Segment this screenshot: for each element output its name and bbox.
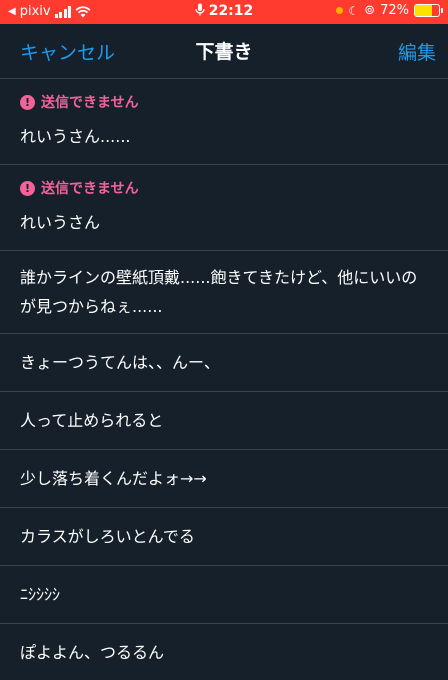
nav-bar: キャンセル 下書き 編集 — [0, 24, 448, 79]
draft-text: ﾆｼｼｼｼ — [20, 585, 61, 604]
draft-text: 人って止められると — [20, 411, 164, 430]
microphone-icon — [195, 3, 205, 16]
battery-fill — [415, 5, 433, 16]
draft-item-7[interactable]: カラスがしろいとんでる — [0, 508, 448, 566]
send-error-label: 送信できません — [41, 95, 139, 111]
drafts-list: ! 送信できません れいうさん...... ! 送信できません れいうさん 誰か… — [0, 79, 448, 680]
draft-item-9[interactable]: ぽよよん、つるるん — [0, 624, 448, 680]
moon-icon: ☾ — [348, 3, 360, 18]
send-error: ! 送信できません — [20, 92, 428, 112]
orange-dot-icon — [336, 7, 344, 14]
exclamation-icon: ! — [20, 94, 35, 110]
page-title: 下書き — [195, 41, 253, 63]
draft-item-3[interactable]: 誰かラインの壁紙頂戴......飽きてきたけど、他にいいのが見つからねぇ....… — [0, 251, 448, 334]
edit-button[interactable]: 編集 — [398, 38, 436, 65]
send-error: ! 送信できません — [20, 178, 428, 198]
draft-item-1[interactable]: ! 送信できません れいうさん...... — [0, 79, 448, 165]
draft-text: きょーつうてんは、、んー、 — [20, 353, 220, 372]
status-right: ☾ ⊚ 72% — [336, 3, 443, 18]
draft-text: 少し落ち着くんだよォ→→ — [20, 469, 207, 488]
battery-percent: 72% — [380, 3, 409, 18]
send-error-label: 送信できません — [41, 181, 139, 197]
draft-item-8[interactable]: ﾆｼｼｼｼ — [0, 566, 448, 624]
draft-item-5[interactable]: 人って止められると — [0, 392, 448, 450]
draft-item-4[interactable]: きょーつうてんは、、んー、 — [0, 334, 448, 392]
exclamation-icon: ! — [20, 180, 35, 196]
draft-text: れいうさん...... — [20, 127, 131, 146]
draft-text: カラスがしろいとんでる — [20, 527, 195, 546]
orientation-lock-icon: ⊚ — [364, 3, 376, 18]
draft-item-2[interactable]: ! 送信できません れいうさん — [0, 165, 448, 251]
draft-item-6[interactable]: 少し落ち着くんだよォ→→ — [0, 450, 448, 508]
status-time: 22:12 — [208, 3, 254, 19]
draft-text: ぽよよん、つるるん — [20, 642, 165, 662]
draft-text: 誰かラインの壁紙頂戴......飽きてきたけど、他にいいのが見つからねぇ....… — [20, 268, 418, 316]
status-bar: ◀ pixiv 22:12 ☾ ⊚ 72% — [0, 0, 448, 24]
draft-text: れいうさん — [20, 213, 101, 232]
battery-icon — [414, 4, 443, 17]
